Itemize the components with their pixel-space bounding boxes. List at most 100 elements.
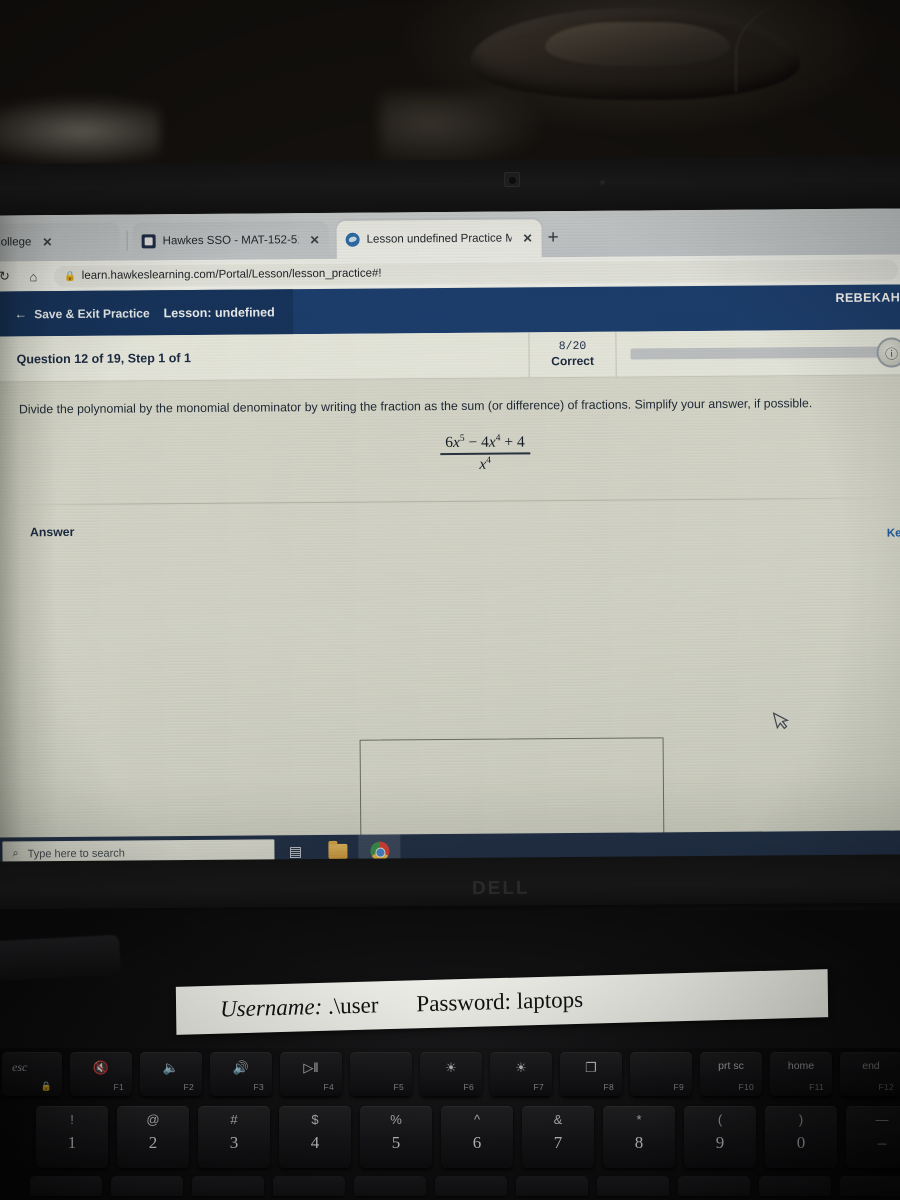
key-brightness-up[interactable]: ☀ F7 [490, 1052, 552, 1096]
close-icon[interactable]: ✕ [310, 233, 320, 247]
deck-left-edge [0, 934, 121, 982]
question-content-panel: Divide the polynomial by the monomial de… [0, 375, 900, 871]
key-–[interactable]: — – [846, 1106, 900, 1168]
tab-title: Lesson undefined Practice Mode [366, 232, 512, 246]
key-primary-label: 7 [553, 1133, 563, 1152]
key-1[interactable]: ! 1 [36, 1106, 108, 1168]
key-primary-label: 1 [67, 1133, 77, 1152]
key-row3[interactable] [192, 1176, 264, 1196]
key-row3[interactable] [111, 1176, 183, 1196]
math-expression: 6x5 − 4x4 + 4 x4 [440, 433, 530, 473]
browser-tab-1[interactable]: Hawkes SSO - MAT-152-51 - Elem ✕ [132, 220, 329, 261]
term-2: 4x4 [481, 433, 501, 451]
user-name[interactable]: REBEKAH [835, 290, 900, 305]
key-4[interactable]: $4 [279, 1106, 351, 1168]
reload-icon[interactable]: ↻ [0, 268, 13, 284]
key-play-pause[interactable]: ▷‖ F4 [280, 1052, 342, 1096]
key-blank[interactable]: F9 [630, 1052, 692, 1096]
key-fn-label: F7 [533, 1082, 544, 1092]
key-row3[interactable] [759, 1176, 831, 1196]
key-5[interactable]: % 5 [360, 1106, 432, 1168]
key-row3[interactable] [354, 1176, 426, 1196]
key-shift-symbol: ! [70, 1112, 74, 1127]
key-display-switch[interactable]: ❐ F8 [560, 1052, 622, 1096]
bottom-key-row [30, 1176, 900, 1196]
close-icon[interactable]: ✕ [42, 235, 52, 249]
webcam-icon [503, 171, 521, 188]
key-6[interactable]: ^ 6 [441, 1106, 513, 1168]
bezel-indicator-led [600, 180, 605, 185]
key-3[interactable]: #3 [198, 1106, 270, 1168]
lesson-title: Lesson: undefined [163, 304, 275, 320]
key-home[interactable]: home F11 [770, 1052, 832, 1096]
key-shift-symbol: @ [146, 1112, 160, 1127]
tab-title: nt Technical College [0, 236, 32, 249]
lock-icon: 🔒 [40, 1081, 52, 1091]
key-end[interactable]: end F12 [840, 1052, 900, 1096]
question-status-bar: Question 12 of 19, Step 1 of 1 8/20 Corr… [0, 329, 900, 383]
lesson-favicon-icon [345, 232, 360, 247]
lock-icon: 🔒 [63, 270, 76, 282]
car-handle-highlight [545, 22, 730, 66]
key-row3[interactable] [840, 1176, 900, 1196]
close-icon[interactable]: ✕ [523, 231, 533, 245]
photograph-of-laptop: nt Technical College ✕ Hawkes SSO - MAT-… [0, 0, 900, 1200]
key-8[interactable]: * 8 [603, 1106, 675, 1168]
key-row3[interactable] [597, 1176, 669, 1196]
url-text: learn.hawkeslearning.com/Portal/Lesson/l… [81, 267, 382, 282]
key-volume-up[interactable]: 🔊 F3 [210, 1052, 272, 1096]
hawkes-favicon-icon [141, 234, 156, 249]
new-tab-button[interactable]: + [548, 227, 559, 248]
key-7[interactable]: & 7 [522, 1106, 594, 1168]
key-volume-down[interactable]: 🔈 F2 [140, 1052, 202, 1096]
brightness-down-icon: ☀ [445, 1060, 457, 1075]
key-shift-symbol: — [875, 1112, 889, 1127]
key-row3[interactable] [435, 1176, 507, 1196]
key-row3[interactable] [516, 1176, 588, 1196]
key-fn-label: F2 [183, 1082, 194, 1092]
key-row3[interactable] [678, 1176, 750, 1196]
fraction-numerator: 6x5 − 4x4 + 4 [440, 433, 530, 453]
home-icon[interactable]: ⌂ [25, 269, 42, 284]
display-switch-icon: ❐ [585, 1060, 597, 1075]
key-shift-symbol: # [230, 1112, 238, 1127]
save-and-exit-practice-button[interactable]: ← Save & Exit Practice [14, 306, 150, 322]
key-fn-label: F8 [603, 1082, 614, 1092]
key-esc-label: esc [12, 1060, 28, 1074]
answer-input[interactable] [359, 737, 665, 848]
key-shift-symbol: & [553, 1112, 563, 1127]
key-fn-label: F4 [323, 1082, 334, 1092]
password-value: laptops [516, 986, 584, 1014]
key-shift-symbol: ^ [473, 1112, 481, 1127]
key-9[interactable]: (9 [684, 1106, 756, 1168]
key-fn-label: F6 [463, 1082, 474, 1092]
term-1: 6x5 [445, 433, 465, 452]
address-bar[interactable]: 🔒 learn.hawkeslearning.com/Portal/Lesson… [53, 258, 898, 287]
key-row3[interactable] [30, 1176, 102, 1196]
key-0[interactable]: ) 0 [765, 1106, 837, 1168]
laptop-brand-logo: DELL [471, 877, 530, 900]
browser-tab-2[interactable]: Lesson undefined Practice Mode ✕ [336, 219, 542, 259]
key-fn-label: F10 [738, 1082, 754, 1092]
key-shift-symbol: $ [311, 1112, 319, 1127]
avatar[interactable]: ⓘ [876, 337, 900, 368]
password-line: Password: laptops [416, 987, 583, 1018]
key-row3[interactable] [273, 1176, 345, 1196]
search-placeholder: Type here to search [27, 847, 125, 860]
key-print-screen[interactable]: prt sc F10 [700, 1052, 762, 1096]
question-prompt: Divide the polynomial by the monomial de… [18, 396, 813, 417]
browser-tabstrip: nt Technical College ✕ Hawkes SSO - MAT-… [0, 208, 900, 263]
key-2[interactable]: @2 [117, 1106, 189, 1168]
header-left-group: ← Save & Exit Practice Lesson: undefined [0, 289, 293, 337]
username-label: Username: [219, 993, 323, 1022]
key-shift-symbol: * [636, 1112, 642, 1127]
ceiling-glow [0, 96, 160, 166]
search-icon: ⌕ [12, 847, 19, 860]
username-line: Username: .\user [220, 992, 379, 1022]
key-esc[interactable]: esc 🔒 [2, 1052, 62, 1096]
keypad-link[interactable]: Key [887, 527, 900, 539]
key-blank[interactable]: F5 [350, 1052, 412, 1096]
key-mute[interactable]: 🔇 F1 [70, 1052, 132, 1096]
key-brightness-down[interactable]: ☀ F6 [420, 1052, 482, 1096]
browser-tab-0[interactable]: nt Technical College ✕ [0, 222, 120, 263]
